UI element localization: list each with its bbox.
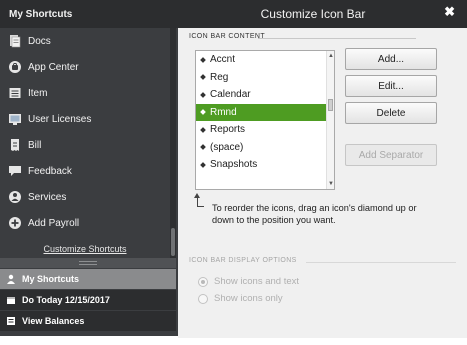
diamond-handle-icon[interactable] [200,109,206,116]
radio-label: Show icons and text [214,276,300,287]
item-icon [7,85,23,101]
list-item-label: Rmnd [210,106,237,118]
shortcut-item[interactable]: Item [0,80,170,106]
shortcuts-list: Docs App Center Item User Licenses Bill [0,28,170,236]
tab-do-today[interactable]: Do Today 12/15/2017 [0,290,176,310]
tab-label: View Balances [22,316,85,326]
reorder-arrow-icon [194,193,204,207]
section-divider [306,262,456,263]
docs-icon [7,33,23,49]
list-item-label: Accnt [210,54,236,66]
customize-shortcuts-link[interactable]: Customize Shortcuts [0,244,170,254]
list-scrollbar[interactable]: ▲ ▼ [326,51,334,189]
shortcut-label: User Licenses [28,113,92,125]
radio-show-icons-only[interactable]: Show icons only [198,293,283,304]
balances-icon [7,317,15,325]
shortcut-label: Services [28,191,67,203]
list-item-label: (space) [210,141,244,153]
shortcut-label: Docs [28,35,51,47]
scroll-down-arrow-icon[interactable]: ▼ [328,181,334,187]
shortcut-label: Add Payroll [28,217,80,229]
shortcut-label: Bill [28,139,42,151]
shortcut-user-licenses[interactable]: User Licenses [0,106,170,132]
diamond-handle-icon[interactable] [200,126,206,133]
tab-label: My Shortcuts [22,274,80,284]
shortcut-label: Feedback [28,165,72,177]
scroll-up-arrow-icon[interactable]: ▲ [328,53,334,59]
list-scroll-thumb[interactable] [328,99,333,111]
list-item-label: Snapshots [210,159,258,171]
close-icon[interactable]: ✖ [444,4,455,20]
diamond-handle-icon[interactable] [200,56,206,63]
dialog-title: Customize Icon Bar [260,7,366,21]
shortcut-docs[interactable]: Docs [0,28,170,54]
customize-icon-bar-dialog: Customize Icon Bar ✖ ICON BAR CONTENT Ac… [178,0,467,338]
tab-label: Do Today 12/15/2017 [22,295,110,305]
app-center-icon [7,59,23,75]
radio-label: Show icons only [214,293,283,304]
list-item[interactable]: (space) [196,139,334,157]
list-item-label: Calendar [210,89,251,101]
diamond-handle-icon[interactable] [200,144,206,151]
list-item[interactable]: Reports [196,121,334,139]
shortcut-label: App Center [28,61,79,73]
section-icon-bar-content: ICON BAR CONTENT [189,33,266,40]
shortcut-bill[interactable]: Bill [0,132,170,158]
feedback-icon [7,163,23,179]
bill-icon [7,137,23,153]
list-item[interactable]: Accnt [196,51,334,69]
sidebar-scrollbar[interactable] [170,28,176,260]
list-item-label: Reg [210,71,229,83]
tab-my-shortcuts[interactable]: My Shortcuts [0,269,176,289]
list-item-selected[interactable]: Rmnd [196,103,334,121]
add-separator-button[interactable]: Add Separator [345,144,437,166]
shortcut-feedback[interactable]: Feedback [0,158,170,184]
list-item-label: Reports [210,124,246,136]
section-divider [258,38,416,39]
shortcut-add-payroll[interactable]: Add Payroll [0,210,170,236]
sidebar-scroll-thumb[interactable] [171,228,175,256]
icon-bar-content-list[interactable]: Accnt Reg Calendar Rmnd Reports (space) … [195,50,335,190]
reorder-hint-text: To reorder the icons, drag an icon's dia… [212,203,417,225]
services-icon [7,189,23,205]
tab-view-balances[interactable]: View Balances [0,311,176,331]
add-payroll-icon [7,215,23,231]
diamond-handle-icon[interactable] [200,91,206,98]
sidebar-splitter[interactable] [0,258,176,268]
shortcuts-sidebar: My Shortcuts Docs App Center Item User L… [0,0,178,336]
shortcut-label: Item [28,87,48,99]
list-item[interactable]: Calendar [196,86,334,104]
calendar-icon [7,297,15,304]
section-display-options: ICON BAR DISPLAY OPTIONS [189,257,297,264]
shortcut-services[interactable]: Services [0,184,170,210]
dialog-title-bar: Customize Icon Bar ✖ [178,0,467,28]
shortcut-app-center[interactable]: App Center [0,54,170,80]
list-item[interactable]: Reg [196,69,334,87]
edit-button[interactable]: Edit... [345,75,437,97]
list-item[interactable]: Snapshots [196,156,334,174]
radio-show-icons-and-text[interactable]: Show icons and text [198,276,299,287]
radio-circle[interactable] [198,276,208,287]
user-licenses-icon [7,111,23,127]
sidebar-header: My Shortcuts [0,0,178,28]
diamond-handle-icon[interactable] [200,74,206,81]
delete-button[interactable]: Delete [345,102,437,124]
diamond-handle-icon[interactable] [200,161,206,168]
user-icon [7,274,15,284]
add-button[interactable]: Add... [345,48,437,70]
grip-handle-icon [79,261,97,265]
radio-circle[interactable] [198,293,208,304]
